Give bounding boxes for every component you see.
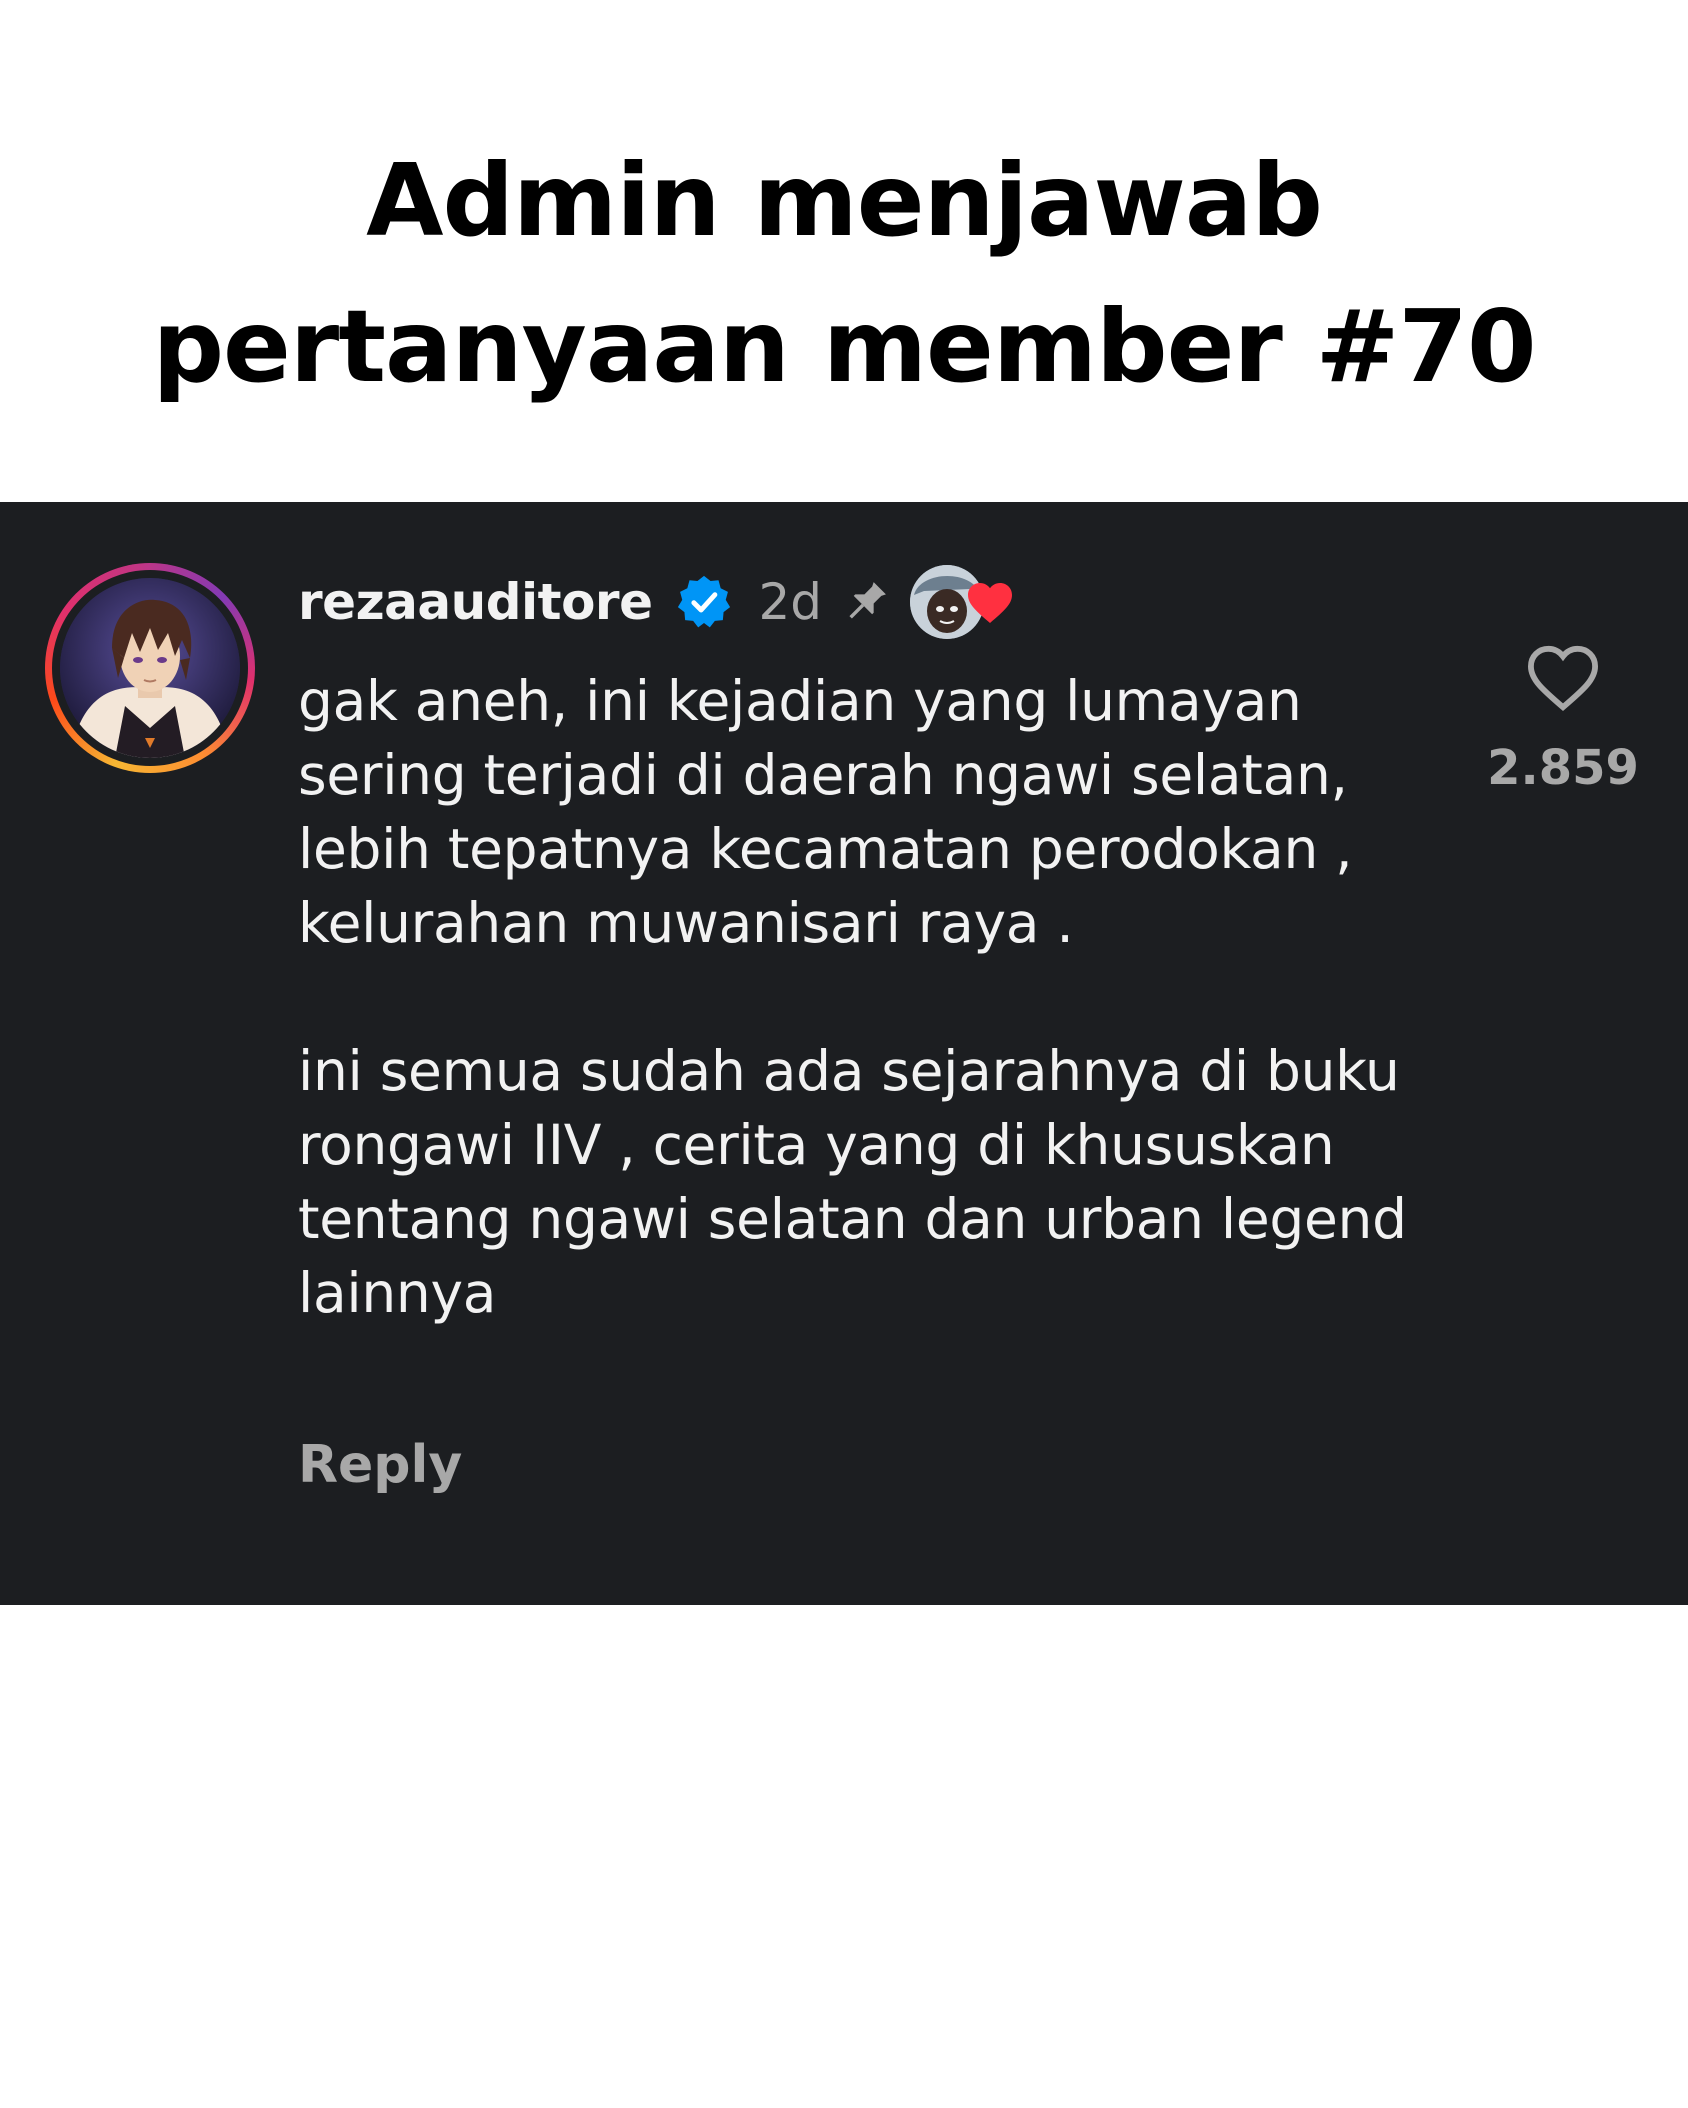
comment-time: 2d [758, 573, 823, 631]
like-count: 2.859 [1487, 740, 1639, 796]
comment-paragraph-1: gak aneh, ini kejadian yang lumayan seri… [298, 669, 1353, 955]
username[interactable]: rezaauditore [298, 573, 653, 631]
avatar-ring-gap [52, 570, 248, 766]
heart-outline-icon[interactable] [1524, 643, 1602, 713]
headline-line-2: pertanyaan member #70 [152, 288, 1536, 405]
reply-button[interactable]: Reply [298, 1430, 462, 1500]
avatar-image [60, 578, 240, 758]
headline: Admin menjawab pertanyaan member #70 [0, 128, 1688, 420]
headline-line-1: Admin menjawab [366, 142, 1323, 259]
pin-icon [840, 576, 892, 628]
comment-body: gak aneh, ini kejadian yang lumayan seri… [298, 664, 1418, 1330]
comment-paragraph-2: ini semua sudah ada sejarahnya di buku r… [298, 1039, 1407, 1325]
creator-liked-indicator [910, 565, 1020, 639]
verified-badge-icon [675, 573, 733, 631]
avatar[interactable] [45, 563, 255, 773]
heart-filled-icon [966, 581, 1014, 625]
comment-header: rezaauditore 2d [298, 565, 1020, 639]
